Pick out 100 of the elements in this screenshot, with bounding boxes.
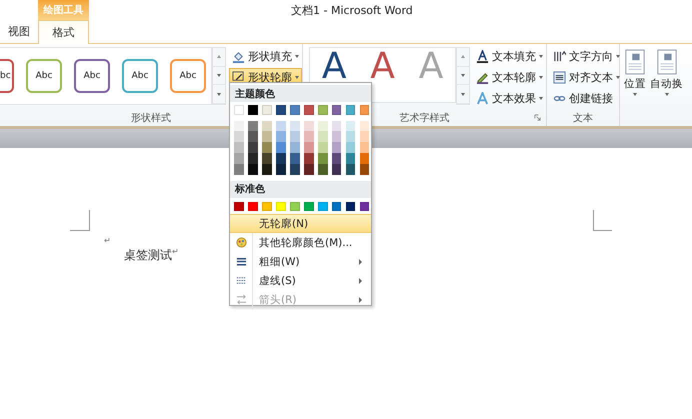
ribbon-command[interactable]: 创建链接 xyxy=(550,89,623,108)
color-swatch[interactable] xyxy=(262,152,272,164)
shape-style-option[interactable]: Abc xyxy=(74,59,110,93)
color-swatch[interactable] xyxy=(248,105,258,115)
color-swatch[interactable] xyxy=(332,164,342,175)
color-swatch[interactable] xyxy=(360,202,370,212)
color-swatch[interactable] xyxy=(290,202,300,212)
color-swatch[interactable] xyxy=(346,164,356,175)
color-swatch[interactable] xyxy=(276,105,286,115)
color-swatch[interactable] xyxy=(304,131,314,142)
color-swatch[interactable] xyxy=(304,164,314,175)
color-swatch[interactable] xyxy=(360,164,370,175)
color-swatch[interactable] xyxy=(360,131,370,142)
color-swatch[interactable] xyxy=(360,120,370,132)
color-swatch[interactable] xyxy=(332,142,342,153)
menu-item[interactable]: 虚线(S) xyxy=(230,271,371,290)
dialog-launcher-icon[interactable] xyxy=(534,114,541,121)
color-swatch[interactable] xyxy=(276,152,286,164)
color-swatch[interactable] xyxy=(360,105,370,115)
color-swatch[interactable] xyxy=(290,105,300,115)
color-swatch[interactable] xyxy=(262,131,272,142)
color-swatch[interactable] xyxy=(346,131,356,142)
menu-item[interactable]: 无轮廓(N) xyxy=(230,214,371,234)
color-swatch[interactable] xyxy=(360,152,370,164)
ribbon-command[interactable]: 文本轮廓 xyxy=(473,68,546,87)
color-swatch[interactable] xyxy=(332,131,342,142)
color-swatch[interactable] xyxy=(276,164,286,175)
ribbon-command[interactable]: 形状填充 xyxy=(229,47,302,66)
shape-style-option[interactable]: bc xyxy=(0,59,14,93)
color-swatch[interactable] xyxy=(304,152,314,164)
color-swatch[interactable] xyxy=(332,152,342,164)
color-swatch[interactable] xyxy=(318,202,328,212)
color-swatch[interactable] xyxy=(234,142,244,153)
color-swatch[interactable] xyxy=(332,202,342,212)
color-swatch[interactable] xyxy=(290,152,300,164)
color-swatch[interactable] xyxy=(234,202,244,212)
color-swatch[interactable] xyxy=(234,131,244,142)
color-swatch[interactable] xyxy=(346,120,356,132)
ribbon-command[interactable]: 文字方向 xyxy=(550,47,623,66)
color-swatch[interactable] xyxy=(248,164,258,175)
color-swatch[interactable] xyxy=(234,120,244,132)
color-swatch[interactable] xyxy=(290,164,300,175)
color-swatch[interactable] xyxy=(276,120,286,132)
gallery-scroll-buttons[interactable] xyxy=(456,47,470,105)
ribbon-command[interactable]: 对齐文本 xyxy=(550,68,623,87)
group-label: 形状样式 xyxy=(131,112,171,126)
color-swatch[interactable] xyxy=(248,120,258,132)
color-swatch[interactable] xyxy=(304,120,314,132)
color-swatch[interactable] xyxy=(290,142,300,153)
color-swatch[interactable] xyxy=(290,131,300,142)
color-swatch[interactable] xyxy=(248,152,258,164)
ribbon-large-button[interactable]: 自动换 xyxy=(649,47,684,98)
menu-item[interactable]: 粗细(W) xyxy=(230,252,371,272)
color-swatch[interactable] xyxy=(262,164,272,175)
color-swatch[interactable] xyxy=(304,105,314,115)
color-swatch[interactable] xyxy=(234,105,244,115)
color-swatch[interactable] xyxy=(276,202,286,212)
color-swatch[interactable] xyxy=(318,120,328,132)
color-swatch[interactable] xyxy=(360,142,370,153)
ribbon-command[interactable]: 文本填充 xyxy=(473,47,546,66)
color-swatch[interactable] xyxy=(248,142,258,153)
ribbon-tab[interactable]: 视图 xyxy=(0,20,38,43)
shape-style-option[interactable]: Abc xyxy=(122,59,158,93)
color-swatch[interactable] xyxy=(318,152,328,164)
color-swatch[interactable] xyxy=(234,164,244,175)
color-swatch[interactable] xyxy=(276,142,286,153)
color-swatch[interactable] xyxy=(318,105,328,115)
color-swatch[interactable] xyxy=(290,120,300,132)
shape-style-option[interactable]: Abc xyxy=(170,59,206,93)
gallery-scroll-buttons[interactable] xyxy=(212,47,226,105)
shape-style-option[interactable]: Abc xyxy=(26,59,62,93)
ribbon-large-button[interactable]: 位置 xyxy=(623,47,647,98)
dashed-lines-icon xyxy=(236,275,246,286)
ribbon-command[interactable]: 文本效果 xyxy=(473,89,546,108)
color-swatch[interactable] xyxy=(346,142,356,153)
color-swatch[interactable] xyxy=(248,202,258,212)
color-swatch[interactable] xyxy=(318,164,328,175)
wordart-style-option[interactable]: A xyxy=(322,50,347,84)
wordart-style-option[interactable]: A xyxy=(370,50,395,84)
color-swatch[interactable] xyxy=(248,131,258,142)
color-swatch[interactable] xyxy=(332,105,342,115)
color-swatch[interactable] xyxy=(346,152,356,164)
paragraph-mark: ↵ xyxy=(104,236,111,245)
color-swatch[interactable] xyxy=(262,105,272,115)
color-swatch[interactable] xyxy=(346,202,356,212)
crop-mark xyxy=(70,210,90,231)
menu-item[interactable]: 其他轮廓颜色(M)... xyxy=(230,233,371,252)
color-swatch[interactable] xyxy=(318,131,328,142)
ribbon-tab[interactable]: 格式 xyxy=(38,20,89,44)
color-swatch[interactable] xyxy=(304,142,314,153)
page-layout-icon xyxy=(656,49,678,75)
color-swatch[interactable] xyxy=(276,131,286,142)
color-swatch[interactable] xyxy=(332,120,342,132)
color-swatch[interactable] xyxy=(234,152,244,164)
color-swatch[interactable] xyxy=(318,142,328,153)
color-swatch[interactable] xyxy=(262,202,272,212)
color-swatch[interactable] xyxy=(262,142,272,153)
color-swatch[interactable] xyxy=(346,105,356,115)
color-swatch[interactable] xyxy=(262,120,272,132)
color-swatch[interactable] xyxy=(304,202,314,212)
